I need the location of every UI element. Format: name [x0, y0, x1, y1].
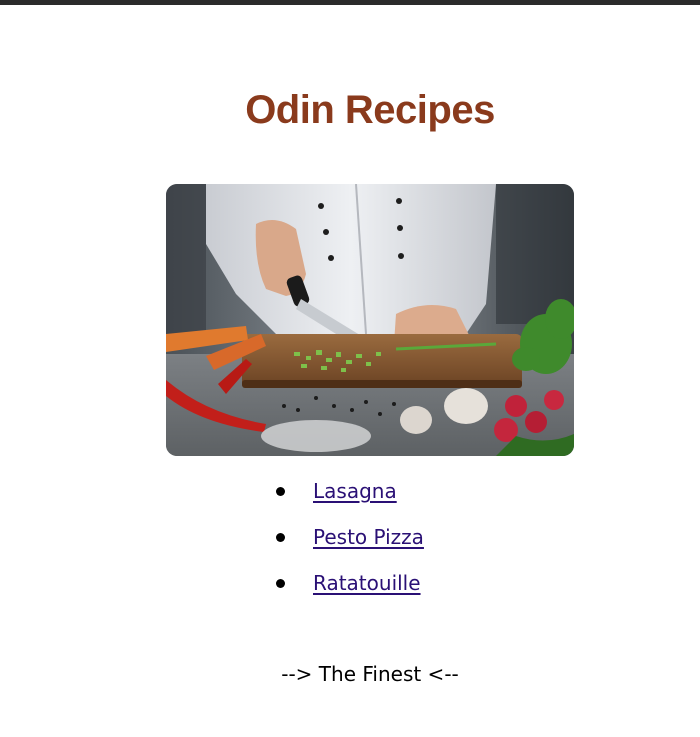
recipe-link-ratatouille[interactable]: Ratatouille [313, 571, 421, 595]
recipe-link-pesto-pizza[interactable]: Pesto Pizza [313, 525, 424, 549]
bullet-icon [276, 578, 285, 588]
bullet-icon [276, 486, 285, 496]
chef-photo [166, 184, 574, 456]
recipe-link-lasagna[interactable]: Lasagna [313, 479, 397, 503]
list-item: Ratatouille [276, 568, 421, 598]
page: Odin Recipes Lasagna Pesto Pizza Ratatou… [0, 0, 700, 737]
list-item: Lasagna [276, 476, 397, 506]
hero-image [166, 184, 574, 456]
list-item: Pesto Pizza [276, 522, 424, 552]
page-title: Odin Recipes [245, 88, 495, 132]
bullet-icon [276, 532, 285, 542]
footer-tagline: --> The Finest <-- [281, 662, 459, 686]
